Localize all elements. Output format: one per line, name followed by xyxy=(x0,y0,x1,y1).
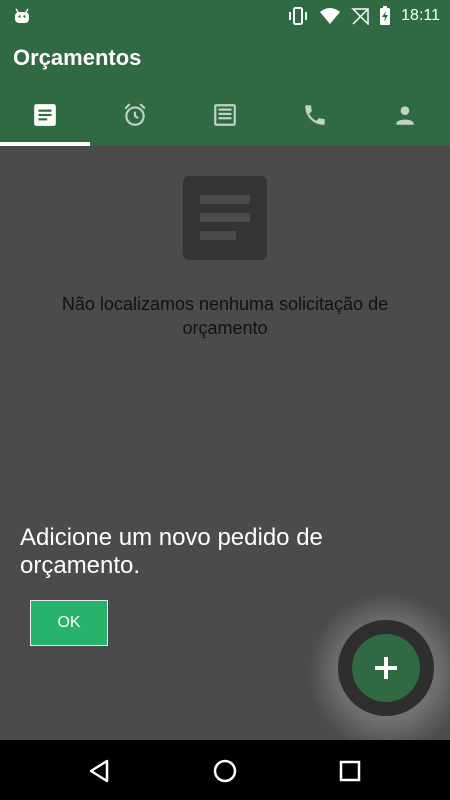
person-icon xyxy=(396,106,414,125)
back-icon[interactable] xyxy=(86,758,112,784)
system-nav-bar xyxy=(0,740,450,800)
app-bar: Orçamentos xyxy=(0,32,450,146)
no-sim-icon xyxy=(351,8,369,25)
alarm-icon xyxy=(124,103,146,126)
home-icon[interactable] xyxy=(212,758,238,784)
tab-profile[interactable] xyxy=(360,84,450,146)
main-content: Não localizamos nenhuma solicitação de o… xyxy=(0,146,450,740)
document-lines-icon xyxy=(183,176,267,260)
page-title: Orçamentos xyxy=(13,45,142,70)
wifi-icon xyxy=(320,8,341,24)
tab-news[interactable] xyxy=(180,84,270,146)
coach-mark-text: Adicione um novo pedido de orçamento. xyxy=(20,524,323,579)
list-document-icon xyxy=(34,104,56,126)
status-time: 18:11 xyxy=(401,7,440,24)
tab-contact[interactable] xyxy=(270,84,360,146)
battery-charging-icon xyxy=(380,6,391,25)
android-icon xyxy=(15,8,29,23)
recents-icon[interactable] xyxy=(337,758,363,784)
phone-icon xyxy=(305,105,325,125)
plus-icon xyxy=(375,657,397,679)
vibrate-icon xyxy=(289,7,308,25)
status-bar: 18:11 xyxy=(0,0,450,32)
news-icon xyxy=(214,104,236,126)
add-quote-button[interactable] xyxy=(352,634,420,702)
tab-quotes[interactable] xyxy=(0,84,90,146)
tab-bar xyxy=(0,84,450,146)
tab-alarms[interactable] xyxy=(90,84,180,146)
ok-button[interactable]: OK xyxy=(30,600,108,646)
empty-state-message: Não localizamos nenhuma solicitação de o… xyxy=(61,294,389,338)
